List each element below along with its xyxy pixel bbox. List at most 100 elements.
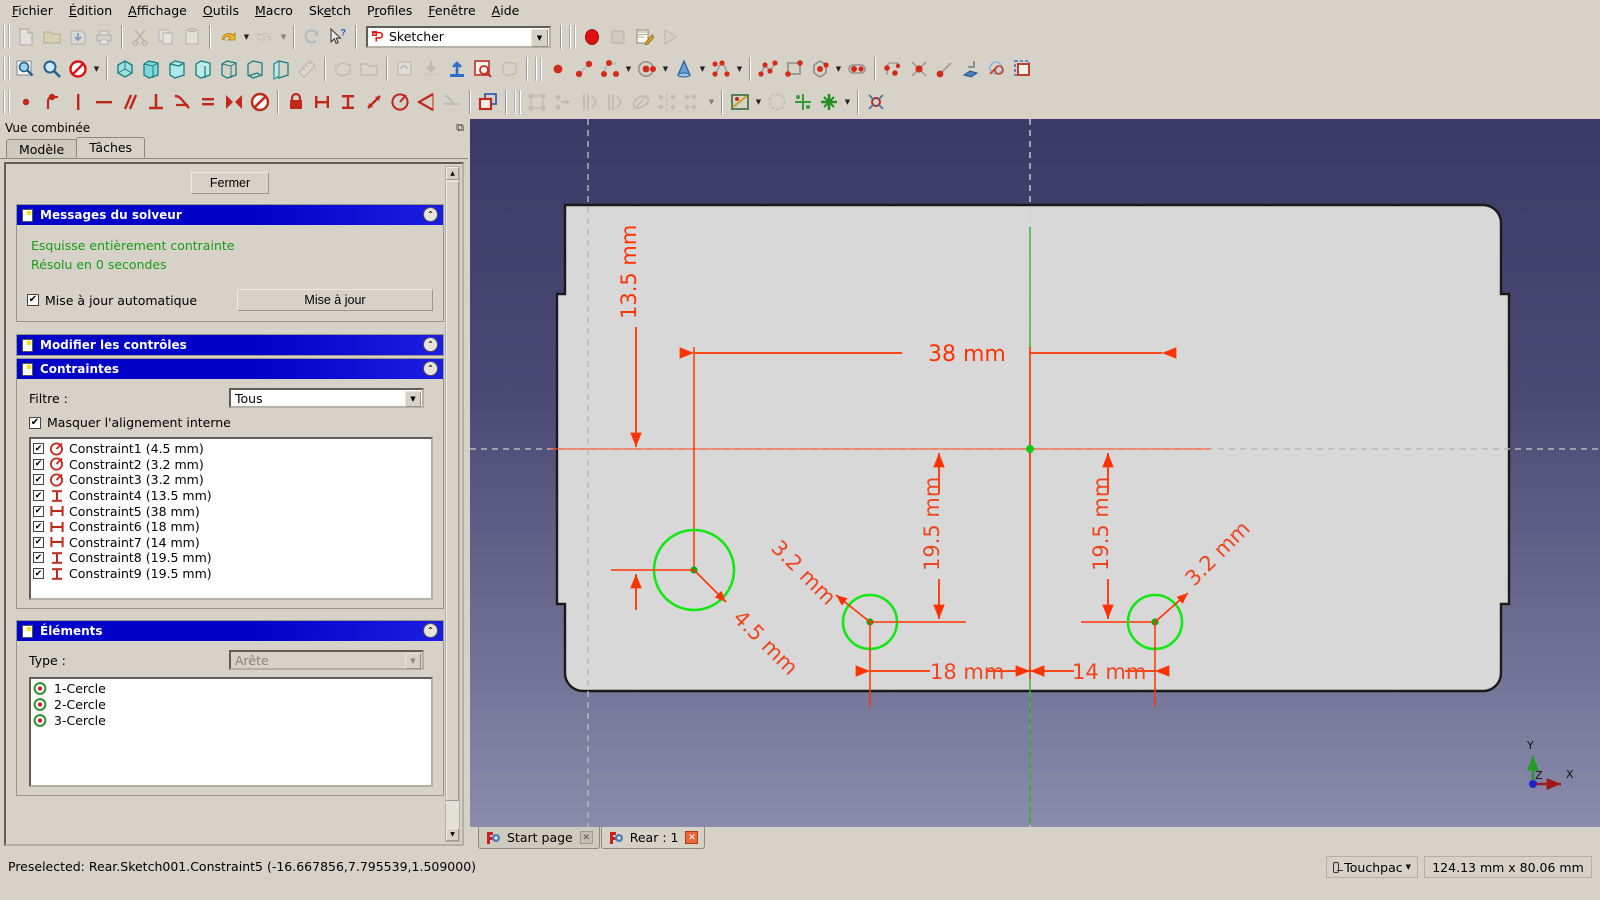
- constraint-list-item[interactable]: ✔ Constraint1 (4.5 mm): [33, 441, 431, 457]
- constraint-visibility-checkbox[interactable]: ✔: [33, 490, 44, 502]
- sketcher-extend-button[interactable]: [932, 56, 958, 82]
- constraint-list-item[interactable]: ✔ Constraint7 (14 mm): [33, 535, 431, 551]
- constraint-filter-select[interactable]: Tous ▼: [229, 388, 424, 408]
- constraint-list-item[interactable]: ✔ Constraint4 (13.5 mm): [33, 488, 431, 504]
- draw-style-dropdown-arrow[interactable]: ▼: [91, 56, 102, 82]
- constraint-visibility-checkbox[interactable]: ✔: [33, 568, 44, 580]
- sketcher-point-button[interactable]: [545, 56, 571, 82]
- constraint-list-item[interactable]: ✔ Constraint3 (3.2 mm): [33, 472, 431, 488]
- sketcher-settings-button[interactable]: [863, 89, 889, 115]
- sketcher-circle-button[interactable]: [634, 56, 660, 82]
- fit-selection-button[interactable]: [39, 56, 65, 82]
- scroll-down-arrow[interactable]: ▼: [446, 828, 459, 841]
- menu-macro[interactable]: Macro: [247, 1, 301, 20]
- top-view-button[interactable]: [164, 56, 190, 82]
- redo-button[interactable]: [252, 24, 278, 50]
- left-view-button[interactable]: [268, 56, 294, 82]
- solver-messages-header[interactable]: Messages du solveur ⌃: [17, 205, 443, 225]
- refresh-button[interactable]: [299, 24, 325, 50]
- constrain-perpendicular-button[interactable]: [143, 89, 169, 115]
- constrain-distance-x-button[interactable]: [309, 89, 335, 115]
- constrain-lock-button[interactable]: [283, 89, 309, 115]
- toolbar-grip[interactable]: [3, 89, 10, 114]
- link-export-button[interactable]: [444, 56, 470, 82]
- select-redundant-constraints-button[interactable]: [576, 89, 602, 115]
- cut-button[interactable]: [127, 24, 153, 50]
- macro-execute-button[interactable]: [657, 24, 683, 50]
- elements-header[interactable]: Éléments ⌃: [17, 621, 443, 641]
- constraint-list-item[interactable]: ✔ Constraint8 (19.5 mm): [33, 550, 431, 566]
- draw-style-button[interactable]: [65, 56, 91, 82]
- macro-stop-button[interactable]: [605, 24, 631, 50]
- menu-profiles[interactable]: Profiles: [359, 1, 420, 20]
- undo-dropdown-arrow[interactable]: ▼: [241, 24, 252, 50]
- close-icon[interactable]: ✕: [579, 831, 593, 844]
- menu-outils[interactable]: Outils: [195, 1, 247, 20]
- paste-button[interactable]: [179, 24, 205, 50]
- toolbar-grip[interactable]: [535, 56, 542, 81]
- element-list-item[interactable]: 1-Cercle: [33, 681, 431, 697]
- constraint-visibility-checkbox[interactable]: ✔: [33, 552, 44, 564]
- toggle-driving-constraint-button[interactable]: [439, 89, 465, 115]
- auto-update-checkbox[interactable]: ✔: [27, 294, 39, 306]
- element-list-item[interactable]: 3-Cercle: [33, 713, 431, 729]
- constrain-distance-y-button[interactable]: [335, 89, 361, 115]
- constraints-header[interactable]: Contraintes ⌃: [17, 359, 443, 379]
- toolbar-grip[interactable]: [514, 89, 521, 114]
- sketcher-external-geometry-button[interactable]: [958, 56, 984, 82]
- fit-all-button[interactable]: [13, 56, 39, 82]
- sketcher-circle-dropdown-arrow[interactable]: ▼: [660, 56, 671, 82]
- hide-internal-alignment-checkbox[interactable]: ✔: [29, 416, 41, 429]
- constrain-horizontal-button[interactable]: [91, 89, 117, 115]
- sketcher-arc-button[interactable]: [597, 56, 623, 82]
- sketcher-polygon-button[interactable]: [807, 56, 833, 82]
- constraint-visibility-checkbox[interactable]: ✔: [33, 536, 44, 548]
- constraint-visibility-checkbox[interactable]: ✔: [33, 458, 44, 470]
- close-task-button[interactable]: Fermer: [191, 172, 269, 194]
- switch-virtual-space-button[interactable]: [764, 89, 790, 115]
- constraint-visibility-checkbox[interactable]: ✔: [33, 521, 44, 533]
- sketcher-visual-settings-button[interactable]: [727, 89, 753, 115]
- toolbar-grip[interactable]: [569, 24, 576, 49]
- bottom-view-button[interactable]: [242, 56, 268, 82]
- element-type-select[interactable]: Arête ▼: [229, 650, 424, 670]
- create-group-button[interactable]: [356, 56, 382, 82]
- std-link-button[interactable]: [392, 56, 418, 82]
- grid-snap-button[interactable]: [816, 89, 842, 115]
- sketch-origin-point[interactable]: [1026, 445, 1034, 453]
- update-button[interactable]: Mise à jour: [237, 289, 433, 311]
- hide-internal-alignment-row[interactable]: ✔ Masquer l'alignement interne: [29, 415, 433, 430]
- link-replace-button[interactable]: [496, 56, 522, 82]
- menu-edition[interactable]: Édition: [61, 1, 120, 20]
- select-elements-associated-button[interactable]: [524, 89, 550, 115]
- tab-rear-1[interactable]: Rear : 1 ✕: [600, 827, 706, 849]
- constrain-distance-button[interactable]: [361, 89, 387, 115]
- constrain-parallel-button[interactable]: [117, 89, 143, 115]
- constrain-equal-button[interactable]: [195, 89, 221, 115]
- sketcher-carbon-copy-button[interactable]: [984, 56, 1010, 82]
- task-panel-scrollbar[interactable]: ▲ ▼: [445, 166, 460, 842]
- auto-update-checkbox-row[interactable]: ✔ Mise à jour automatique: [27, 293, 237, 308]
- save-document-button[interactable]: [65, 24, 91, 50]
- sketcher-visual-dropdown-arrow[interactable]: ▼: [753, 89, 764, 115]
- axonometric-view-button[interactable]: [112, 56, 138, 82]
- select-conflicting-constraints-button[interactable]: [602, 89, 628, 115]
- sketcher-line-button[interactable]: [571, 56, 597, 82]
- navigation-style-selector[interactable]: Touchpac ▼: [1326, 856, 1418, 878]
- sketcher-polygon-dropdown-arrow[interactable]: ▼: [833, 56, 844, 82]
- scroll-up-arrow[interactable]: ▲: [446, 167, 459, 180]
- toggle-construction-geometry-button[interactable]: [475, 89, 501, 115]
- constrain-block-button[interactable]: [247, 89, 273, 115]
- workbench-selector[interactable]: Sketcher ▼: [366, 25, 551, 48]
- tab-modele[interactable]: Modèle: [6, 139, 78, 158]
- sketcher-arc-dropdown-arrow[interactable]: ▼: [623, 56, 634, 82]
- create-part-button[interactable]: [330, 56, 356, 82]
- chevron-down-icon[interactable]: ▼: [405, 653, 421, 669]
- select-associated-constraints-button[interactable]: [550, 89, 576, 115]
- constraint-list-item[interactable]: ✔ Constraint6 (18 mm): [33, 519, 431, 535]
- new-document-button[interactable]: [13, 24, 39, 50]
- menu-fichier[interactable]: Fichier: [4, 1, 61, 20]
- sketcher-fillet-button[interactable]: [880, 56, 906, 82]
- sketcher-rectangle-button[interactable]: [781, 56, 807, 82]
- constraint-list-item[interactable]: ✔ Constraint5 (38 mm): [33, 503, 431, 519]
